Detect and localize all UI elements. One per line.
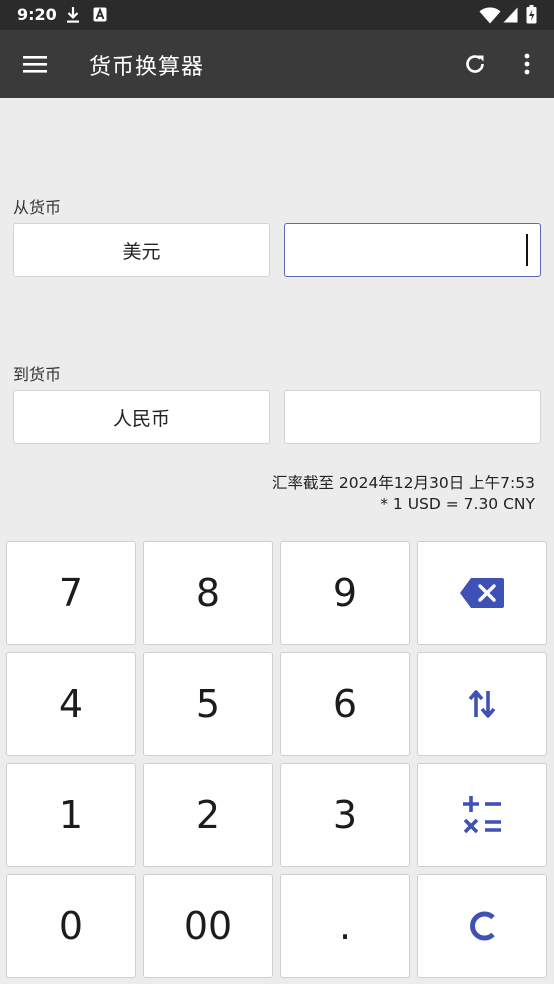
from-amount-input[interactable] <box>284 223 541 277</box>
download-icon <box>66 6 80 28</box>
status-bar: 9:20 <box>0 0 554 30</box>
backspace-button[interactable] <box>417 541 547 645</box>
clear-icon <box>467 908 497 944</box>
calculator-icon <box>461 795 503 835</box>
app-title: 货币换算器 <box>89 55 205 80</box>
battery-charging-icon <box>526 5 537 28</box>
signal-icon <box>503 7 518 27</box>
key-6[interactable]: 6 <box>280 652 410 756</box>
to-currency-selector[interactable]: 人民币 <box>13 390 270 444</box>
key-9[interactable]: 9 <box>280 541 410 645</box>
menu-icon[interactable] <box>20 49 50 79</box>
key-3[interactable]: 3 <box>280 763 410 867</box>
key-decimal[interactable]: . <box>280 874 410 978</box>
clear-button[interactable] <box>417 874 547 978</box>
swap-icon <box>468 687 496 721</box>
from-currency-name: 美元 <box>122 240 161 263</box>
from-currency-selector[interactable]: 美元 <box>13 223 270 277</box>
text-caret <box>526 234 528 266</box>
app-badge-icon <box>93 7 107 26</box>
wifi-icon <box>479 7 501 28</box>
rate-conversion-text: * 1 USD = 7.30 CNY <box>380 495 535 513</box>
key-0[interactable]: 0 <box>6 874 136 978</box>
key-2[interactable]: 2 <box>143 763 273 867</box>
more-vert-icon[interactable] <box>512 49 542 79</box>
refresh-icon[interactable] <box>460 49 490 79</box>
key-7[interactable]: 7 <box>6 541 136 645</box>
to-currency-label: 到货币 <box>13 365 62 384</box>
rate-updated-text: 汇率截至 2024年12月30日 上午7:53 <box>271 474 535 492</box>
key-5[interactable]: 5 <box>143 652 273 756</box>
from-currency-label: 从货币 <box>13 198 62 217</box>
backspace-icon <box>459 577 505 609</box>
key-1[interactable]: 1 <box>6 763 136 867</box>
status-time: 9:20 <box>17 5 57 24</box>
app-bar: 货币换算器 <box>0 30 554 98</box>
key-00[interactable]: 00 <box>143 874 273 978</box>
calculator-button[interactable] <box>417 763 547 867</box>
swap-currencies-button[interactable] <box>417 652 547 756</box>
key-8[interactable]: 8 <box>143 541 273 645</box>
to-currency-name: 人民币 <box>112 407 170 430</box>
to-amount-output[interactable] <box>284 390 541 444</box>
key-4[interactable]: 4 <box>6 652 136 756</box>
